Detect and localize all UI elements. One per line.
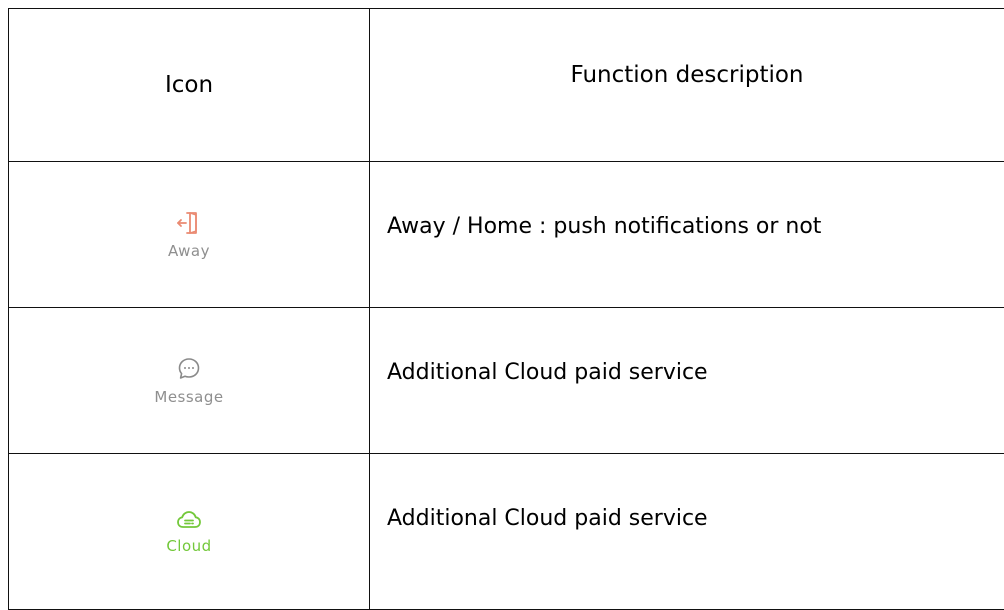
message-button: Message xyxy=(154,356,223,406)
function-table: Icon Function description Away Away / Ho… xyxy=(8,8,1004,610)
icon-label: Message xyxy=(154,387,224,406)
icon-cell: Message xyxy=(8,307,370,454)
cloud-icon xyxy=(177,510,201,528)
header-description-cell: Function description xyxy=(369,8,1004,162)
icon-label: Away xyxy=(168,241,210,260)
header-description-label: Function description xyxy=(570,62,804,88)
table-row: Cloud Additional Cloud paid service xyxy=(8,453,1004,610)
away-door-icon xyxy=(177,211,197,234)
header-icon-label: Icon xyxy=(164,72,214,98)
header-icon-cell: Icon xyxy=(8,8,370,162)
table-header-row: Icon Function description xyxy=(8,8,1004,162)
description-cell: Away / Home : push notifications or not xyxy=(369,161,1004,308)
icon-cell: Cloud xyxy=(8,453,370,610)
cloud-button: Cloud xyxy=(166,509,211,555)
description-text: Additional Cloud paid service xyxy=(387,506,708,531)
table-row: Away Away / Home : push notifications or… xyxy=(8,161,1004,308)
description-cell: Additional Cloud paid service xyxy=(369,453,1004,610)
away-button: Away xyxy=(168,210,210,260)
table-row: Message Additional Cloud paid service xyxy=(8,307,1004,454)
icon-cell: Away xyxy=(8,161,370,308)
message-bubble-icon xyxy=(178,357,200,379)
icon-label: Cloud xyxy=(166,536,212,555)
description-cell: Additional Cloud paid service xyxy=(369,307,1004,454)
description-text: Additional Cloud paid service xyxy=(387,360,708,385)
description-text: Away / Home : push notifications or not xyxy=(387,214,822,239)
